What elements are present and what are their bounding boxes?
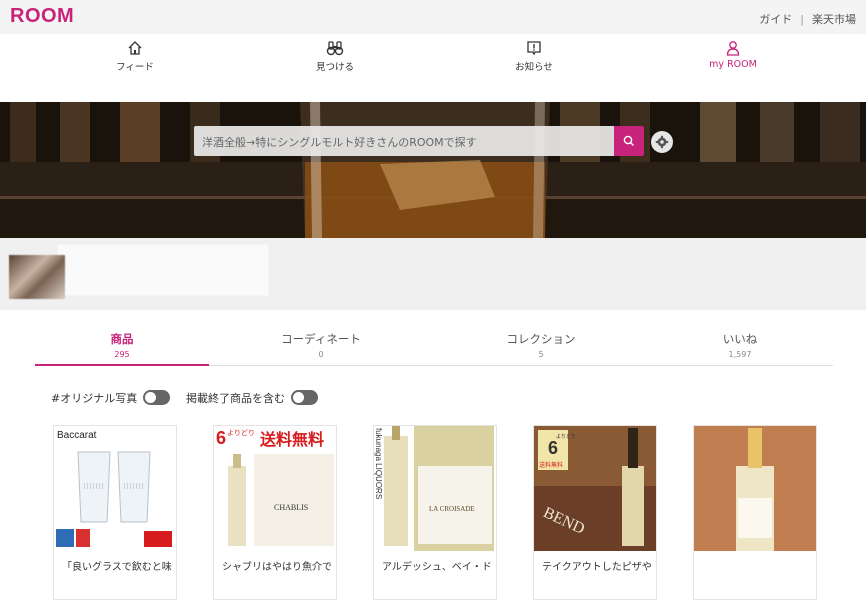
gear-icon [655,135,669,149]
hero-banner: 洋酒全般→特にシングルモルト好きさんのROOMで探す [0,102,866,238]
nav-item-feed[interactable]: フィード [75,40,195,73]
label-text: CHABLIS [274,503,308,512]
tab-label: 商品 [110,332,134,346]
tab-likes[interactable]: いいね 1,597 [653,331,827,359]
active-tab-indicator [35,364,209,366]
top-bar: ROOM ガイド | 楽天市場 [0,0,866,34]
product-image: 6 よりどり 送料無料 BEND [534,426,656,551]
product-image: LA CROISADE fukunaga LIQUORS [374,426,496,551]
search-icon [623,135,635,147]
room-logo[interactable]: ROOM [10,5,74,28]
content-tabs: 商品 295 コーディネート 0 コレクション 5 いいね 1,597 [35,328,833,366]
tab-label: コーディネート [281,332,361,346]
tab-count: 295 [114,350,130,359]
product-card[interactable]: Baccarat 「良いグラスで飲むと味 [53,425,177,600]
original-photo-toggle[interactable] [142,389,170,405]
guide-link[interactable]: ガイド [759,13,792,26]
search-input[interactable]: 洋酒全般→特にシングルモルト好きさんのROOMで探す [194,126,615,156]
tab-coordinates[interactable]: コーディネート 0 [234,331,408,359]
nav-item-notifications[interactable]: お知らせ [474,40,594,73]
rakuten-ichiba-link[interactable]: 楽天市場 [812,13,856,26]
tab-count: 1,597 [728,350,752,359]
badge-small-text: よりどり [227,429,255,437]
filter-label: #オリジナル写真 [51,392,138,405]
product-image: 6 よりどり 送料無料 CHABLIS [214,426,336,551]
nav-label-discover: 見つける [315,62,354,73]
nav-label-my-room: my ROOM [709,59,757,70]
svg-text:6: 6 [548,438,558,458]
brand-text: Baccarat [57,430,97,441]
badge-small-text: よりどり [556,433,576,440]
product-card[interactable] [693,425,817,600]
include-ended-toggle[interactable] [290,389,318,405]
side-text: fukunaga LIQUORS [374,428,383,499]
tab-collections[interactable]: コレクション 5 [454,331,628,359]
product-card[interactable]: LA CROISADE fukunaga LIQUORS アルデッシュ、ベイ・ド [373,425,497,600]
search-button[interactable] [614,126,644,156]
original-photo-filter: #オリジナル写真 [51,388,170,405]
home-icon [128,41,142,55]
top-links: ガイド | 楽天市場 [759,11,856,27]
tab-products[interactable]: 商品 295 [35,331,209,359]
badge-sub-text: 送料無料 [539,461,563,469]
notification-icon [527,41,541,56]
nav-label-notifications: お知らせ [515,62,553,73]
hero-background-image [0,102,866,238]
profile-name-area [57,244,269,296]
tab-label: コレクション [506,332,576,346]
main-nav: フィード 見つける お知らせ my ROOM [0,34,866,80]
nav-item-my-room[interactable]: my ROOM [673,40,793,70]
product-grid: Baccarat 「良いグラスで飲むと味 6 よりどり 送料無料 CHABLIS… [0,425,866,600]
label-text: LA CROISADE [429,505,475,513]
product-caption: テイクアウトしたピザや [542,562,652,573]
product-caption: シャブリはやはり魚介で [222,562,332,573]
tab-count: 0 [318,350,324,359]
avatar[interactable] [9,255,65,299]
tab-count: 5 [538,350,544,359]
product-caption: アルデッシュ、ベイ・ド [382,562,492,573]
product-card[interactable]: 6 よりどり 送料無料 BEND テイクアウトしたピザや [533,425,657,600]
nav-label-feed: フィード [116,62,154,73]
free-shipping-text: 送料無料 [259,430,324,449]
include-ended-filter: 掲載終了商品を含む [186,388,318,405]
profile-section [0,238,866,310]
filter-label: 掲載終了商品を含む [186,392,285,405]
svg-text:6: 6 [216,428,226,448]
product-image [694,426,816,551]
tab-label: いいね [722,332,758,346]
user-icon [726,41,740,56]
product-card[interactable]: 6 よりどり 送料無料 CHABLIS シャブリはやはり魚介で [213,425,337,600]
link-separator: | [800,13,804,26]
search-settings-button[interactable] [651,131,673,153]
nav-item-discover[interactable]: 見つける [275,40,395,73]
binoculars-icon [326,41,344,56]
product-caption: 「良いグラスで飲むと味 [62,562,172,573]
product-image: Baccarat [54,426,176,551]
